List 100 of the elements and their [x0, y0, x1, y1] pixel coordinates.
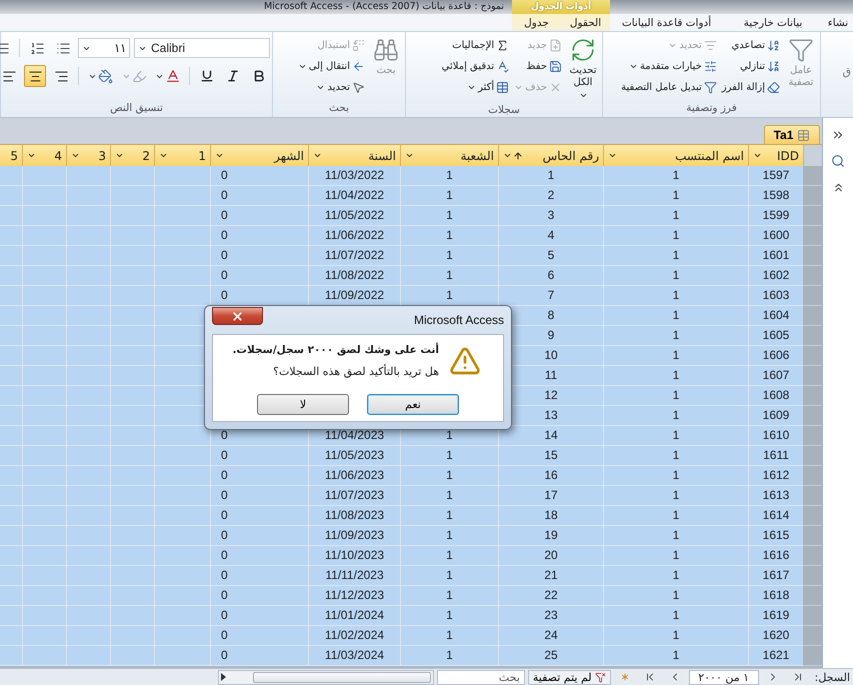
column-header[interactable]: رقم الحاس — [498, 145, 603, 166]
ribbon-button[interactable]: تبديل عامل التصفية — [620, 77, 718, 98]
caret-icon — [71, 151, 80, 160]
table-cell — [154, 646, 210, 666]
filter-status-button[interactable]: لم يتم تصفية — [528, 670, 611, 684]
ribbon-button[interactable]: تدقيق إملائي — [440, 56, 510, 77]
window-title: نموذج : قاعدة بيانات (Access 2007) - Microsoft Access — [264, 0, 505, 14]
record-selector[interactable] — [803, 526, 822, 546]
ribbon-tab[interactable]: جدول — [512, 14, 561, 32]
column-header[interactable]: IDD — [748, 145, 803, 166]
search-icon — [831, 154, 845, 168]
search-field[interactable]: بحث — [436, 670, 525, 684]
paint-bucket-icon — [98, 68, 112, 84]
ribbon-button[interactable]: إزالة الفرز — [720, 77, 781, 98]
binoculars-icon — [373, 37, 399, 63]
table-icon — [496, 81, 510, 94]
column-header[interactable]: 5 — [0, 145, 22, 166]
caret-icon — [313, 151, 322, 160]
column-header[interactable]: اسم المنتسب — [603, 145, 748, 166]
sliders-icon — [704, 60, 717, 73]
align-button[interactable] — [24, 65, 46, 87]
record-selector[interactable] — [803, 506, 822, 526]
ribbon-button[interactable]: خيارات متقدمة — [620, 56, 718, 77]
record-selector[interactable] — [803, 466, 822, 486]
record-selector[interactable] — [803, 326, 822, 346]
record-selector[interactable] — [803, 586, 822, 606]
record-selector[interactable] — [803, 626, 822, 646]
column-header[interactable]: الشعبة — [400, 145, 498, 166]
bold-icon — [252, 69, 266, 83]
caret-icon — [753, 151, 762, 160]
record-selector[interactable] — [803, 266, 822, 286]
select-all-corner[interactable] — [803, 145, 822, 166]
record-selector[interactable] — [803, 306, 822, 326]
caret-icon — [503, 151, 512, 160]
arrow-left-icon — [352, 60, 365, 73]
record-selector[interactable] — [803, 366, 822, 386]
record-label: السجل: — [814, 670, 851, 684]
record-selector[interactable] — [803, 486, 822, 506]
ribbon-large-button[interactable]: تحديث الكل — [566, 35, 600, 102]
group-text: ق — [842, 65, 851, 80]
table-cell — [22, 646, 66, 666]
ribbon-button[interactable]: حفظ — [513, 56, 563, 77]
caret-icon — [514, 83, 524, 92]
column-header[interactable]: 1 — [154, 145, 210, 166]
close-button[interactable] — [212, 307, 263, 325]
caret-icon — [316, 83, 326, 92]
sort-descending-icon — [767, 60, 780, 73]
ribbon-button[interactable]: تصاعدي — [720, 35, 781, 56]
record-selector[interactable] — [803, 346, 822, 366]
dialog-message: أنت على وشك لصق ٢٠٠٠ سجل/سجلات. — [232, 344, 439, 356]
dialog-button[interactable]: لا — [257, 394, 349, 415]
record-selector[interactable] — [803, 206, 822, 226]
ribbon-button[interactable]: الإجماليات — [440, 35, 510, 56]
caret-icon — [608, 151, 617, 160]
table-cell: 1 — [400, 646, 498, 666]
record-selector[interactable] — [803, 286, 822, 306]
ribbon-tab[interactable]: نشاء — [823, 14, 853, 32]
dialog-button[interactable]: نعم — [367, 394, 459, 415]
group-label: بحث — [328, 101, 350, 116]
sort-ascending-icon — [767, 39, 780, 52]
ribbon-tab[interactable]: أدوات قاعدة البيانات — [610, 14, 723, 32]
italic-icon — [226, 69, 240, 83]
ribbon-tab[interactable]: بيانات خارجية — [723, 14, 823, 32]
caret-icon — [115, 151, 124, 160]
record-selector[interactable] — [803, 246, 822, 266]
pointer-icon — [352, 81, 365, 94]
filter-list-icon — [704, 39, 717, 52]
dialog-question: هل تريد بالتأكيد لصق هذه السجلات؟ — [272, 365, 439, 378]
column-header[interactable]: 4 — [22, 145, 66, 166]
record-selector[interactable] — [803, 546, 822, 566]
font-size-field[interactable]: ١١ — [78, 38, 130, 58]
ribbon-button[interactable]: انتقال إلى — [296, 56, 366, 77]
record-selector[interactable] — [803, 186, 822, 206]
record-selector[interactable] — [803, 166, 822, 186]
funnel-x-icon — [594, 672, 606, 682]
record-selector[interactable] — [803, 386, 822, 406]
caret-icon — [628, 62, 638, 71]
column-header[interactable]: الشهر — [210, 145, 308, 166]
record-selector[interactable] — [803, 446, 822, 466]
ribbon-button[interactable]: أكثر — [440, 77, 510, 98]
record-selector[interactable] — [803, 406, 822, 426]
table-cell: 11/03/2024 — [308, 646, 400, 666]
record-selector[interactable] — [803, 606, 822, 626]
record-selector[interactable] — [803, 566, 822, 586]
record-position-field[interactable]: ١ من ٢٠٠٠ — [688, 670, 759, 684]
sort-arrow-icon — [513, 150, 523, 160]
ribbon-button[interactable]: تحديد — [296, 77, 366, 98]
column-header[interactable]: السنة — [308, 145, 400, 166]
underline-icon — [200, 69, 214, 83]
record-selector[interactable] — [803, 426, 822, 446]
save-icon — [549, 60, 562, 73]
column-header[interactable]: 2 — [110, 145, 154, 166]
document-tab[interactable]: Ta1 — [764, 125, 820, 144]
align-left-icon — [2, 68, 16, 84]
ribbon-button[interactable]: تنازلي — [720, 56, 781, 77]
column-header[interactable]: 3 — [66, 145, 110, 166]
font-name-field[interactable]: Calibri — [134, 38, 270, 58]
horizontal-scrollbar[interactable] — [218, 670, 434, 684]
record-selector[interactable] — [803, 226, 822, 246]
ribbon-tab[interactable]: الحقول — [561, 14, 610, 32]
